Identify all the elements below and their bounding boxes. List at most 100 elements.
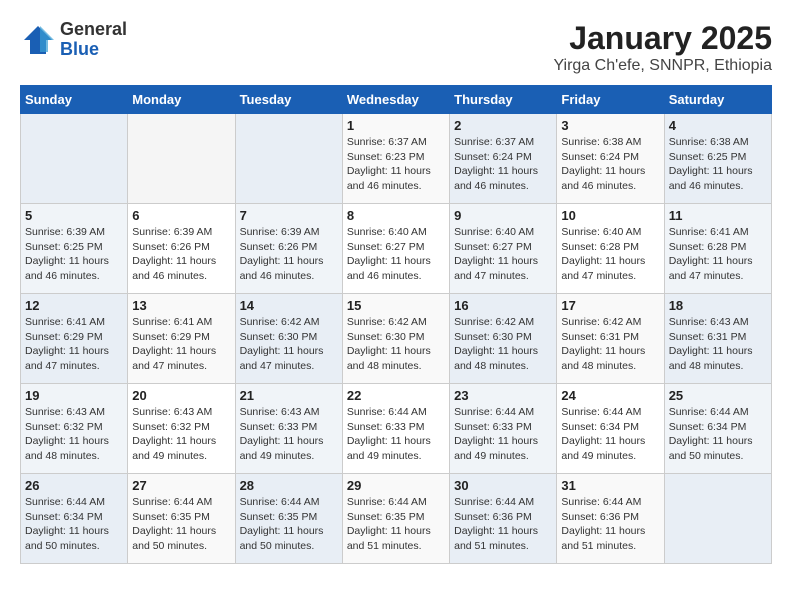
day-number: 3 <box>561 118 659 133</box>
calendar-cell: 13 Sunrise: 6:41 AM Sunset: 6:29 PM Dayli… <box>128 294 235 384</box>
day-info: Sunrise: 6:42 AM Sunset: 6:30 PM Dayligh… <box>240 315 338 374</box>
day-number: 30 <box>454 478 552 493</box>
calendar-header-row: SundayMondayTuesdayWednesdayThursdayFrid… <box>21 86 772 114</box>
day-info: Sunrise: 6:38 AM Sunset: 6:25 PM Dayligh… <box>669 135 767 194</box>
title-block: January 2025 Yirga Ch'efe, SNNPR, Ethiop… <box>553 20 772 75</box>
day-number: 5 <box>25 208 123 223</box>
calendar-cell: 15 Sunrise: 6:42 AM Sunset: 6:30 PM Dayli… <box>342 294 449 384</box>
day-info: Sunrise: 6:42 AM Sunset: 6:30 PM Dayligh… <box>347 315 445 374</box>
day-number: 10 <box>561 208 659 223</box>
day-info: Sunrise: 6:38 AM Sunset: 6:24 PM Dayligh… <box>561 135 659 194</box>
column-header-thursday: Thursday <box>450 86 557 114</box>
day-number: 22 <box>347 388 445 403</box>
day-number: 4 <box>669 118 767 133</box>
day-info: Sunrise: 6:44 AM Sunset: 6:33 PM Dayligh… <box>347 405 445 464</box>
day-number: 8 <box>347 208 445 223</box>
column-header-sunday: Sunday <box>21 86 128 114</box>
day-info: Sunrise: 6:40 AM Sunset: 6:28 PM Dayligh… <box>561 225 659 284</box>
page-title: January 2025 <box>553 20 772 57</box>
column-header-monday: Monday <box>128 86 235 114</box>
day-info: Sunrise: 6:40 AM Sunset: 6:27 PM Dayligh… <box>454 225 552 284</box>
calendar-cell <box>128 114 235 204</box>
calendar-week-row: 1 Sunrise: 6:37 AM Sunset: 6:23 PM Daylig… <box>21 114 772 204</box>
column-header-friday: Friday <box>557 86 664 114</box>
column-header-wednesday: Wednesday <box>342 86 449 114</box>
day-info: Sunrise: 6:44 AM Sunset: 6:34 PM Dayligh… <box>669 405 767 464</box>
calendar-cell <box>21 114 128 204</box>
day-info: Sunrise: 6:44 AM Sunset: 6:34 PM Dayligh… <box>25 495 123 554</box>
day-number: 2 <box>454 118 552 133</box>
calendar-week-row: 12 Sunrise: 6:41 AM Sunset: 6:29 PM Dayli… <box>21 294 772 384</box>
logo-icon <box>20 22 56 58</box>
calendar-cell: 28Sunrise: 6:44 AM Sunset: 6:35 PM Dayli… <box>235 474 342 564</box>
day-number: 14 <box>240 298 338 313</box>
day-number: 29 <box>347 478 445 493</box>
calendar-cell: 20Sunrise: 6:43 AM Sunset: 6:32 PM Dayli… <box>128 384 235 474</box>
day-number: 13 <box>132 298 230 313</box>
calendar-cell: 14 Sunrise: 6:42 AM Sunset: 6:30 PM Dayli… <box>235 294 342 384</box>
calendar-cell: 22 Sunrise: 6:44 AM Sunset: 6:33 PM Dayli… <box>342 384 449 474</box>
day-info: Sunrise: 6:41 AM Sunset: 6:28 PM Dayligh… <box>669 225 767 284</box>
day-number: 19 <box>25 388 123 403</box>
calendar-cell: 1 Sunrise: 6:37 AM Sunset: 6:23 PM Daylig… <box>342 114 449 204</box>
day-info: Sunrise: 6:40 AM Sunset: 6:27 PM Dayligh… <box>347 225 445 284</box>
day-number: 12 <box>25 298 123 313</box>
day-number: 23 <box>454 388 552 403</box>
column-header-saturday: Saturday <box>664 86 771 114</box>
day-number: 1 <box>347 118 445 133</box>
day-number: 17 <box>561 298 659 313</box>
day-number: 28 <box>240 478 338 493</box>
calendar-cell: 19Sunrise: 6:43 AM Sunset: 6:32 PM Dayli… <box>21 384 128 474</box>
day-info: Sunrise: 6:37 AM Sunset: 6:24 PM Dayligh… <box>454 135 552 194</box>
calendar-cell: 8 Sunrise: 6:40 AM Sunset: 6:27 PM Daylig… <box>342 204 449 294</box>
calendar-cell: 26 Sunrise: 6:44 AM Sunset: 6:34 PM Dayli… <box>21 474 128 564</box>
day-number: 15 <box>347 298 445 313</box>
day-number: 16 <box>454 298 552 313</box>
calendar-week-row: 5 Sunrise: 6:39 AM Sunset: 6:25 PM Daylig… <box>21 204 772 294</box>
calendar-cell: 24Sunrise: 6:44 AM Sunset: 6:34 PM Dayli… <box>557 384 664 474</box>
day-number: 6 <box>132 208 230 223</box>
calendar-cell: 17Sunrise: 6:42 AM Sunset: 6:31 PM Dayli… <box>557 294 664 384</box>
page-subtitle: Yirga Ch'efe, SNNPR, Ethiopia <box>553 57 772 75</box>
calendar-cell: 16 Sunrise: 6:42 AM Sunset: 6:30 PM Dayli… <box>450 294 557 384</box>
day-info: Sunrise: 6:39 AM Sunset: 6:25 PM Dayligh… <box>25 225 123 284</box>
day-number: 25 <box>669 388 767 403</box>
day-number: 26 <box>25 478 123 493</box>
day-info: Sunrise: 6:43 AM Sunset: 6:31 PM Dayligh… <box>669 315 767 374</box>
logo-blue: Blue <box>60 40 127 60</box>
logo: General Blue <box>20 20 127 60</box>
calendar-cell: 18 Sunrise: 6:43 AM Sunset: 6:31 PM Dayli… <box>664 294 771 384</box>
calendar-cell: 9Sunrise: 6:40 AM Sunset: 6:27 PM Daylig… <box>450 204 557 294</box>
calendar-cell: 25 Sunrise: 6:44 AM Sunset: 6:34 PM Dayli… <box>664 384 771 474</box>
page-header: General Blue January 2025 Yirga Ch'efe, … <box>20 20 772 75</box>
calendar-cell <box>664 474 771 564</box>
calendar-cell: 31Sunrise: 6:44 AM Sunset: 6:36 PM Dayli… <box>557 474 664 564</box>
calendar-cell: 12 Sunrise: 6:41 AM Sunset: 6:29 PM Dayli… <box>21 294 128 384</box>
day-info: Sunrise: 6:41 AM Sunset: 6:29 PM Dayligh… <box>25 315 123 374</box>
day-info: Sunrise: 6:39 AM Sunset: 6:26 PM Dayligh… <box>240 225 338 284</box>
calendar-cell: 29 Sunrise: 6:44 AM Sunset: 6:35 PM Dayli… <box>342 474 449 564</box>
calendar-cell: 4 Sunrise: 6:38 AM Sunset: 6:25 PM Daylig… <box>664 114 771 204</box>
day-info: Sunrise: 6:44 AM Sunset: 6:33 PM Dayligh… <box>454 405 552 464</box>
column-header-tuesday: Tuesday <box>235 86 342 114</box>
calendar-cell: 23 Sunrise: 6:44 AM Sunset: 6:33 PM Dayli… <box>450 384 557 474</box>
day-info: Sunrise: 6:37 AM Sunset: 6:23 PM Dayligh… <box>347 135 445 194</box>
day-info: Sunrise: 6:44 AM Sunset: 6:35 PM Dayligh… <box>132 495 230 554</box>
day-info: Sunrise: 6:43 AM Sunset: 6:32 PM Dayligh… <box>132 405 230 464</box>
calendar-cell: 5 Sunrise: 6:39 AM Sunset: 6:25 PM Daylig… <box>21 204 128 294</box>
day-number: 18 <box>669 298 767 313</box>
day-number: 31 <box>561 478 659 493</box>
day-info: Sunrise: 6:41 AM Sunset: 6:29 PM Dayligh… <box>132 315 230 374</box>
logo-general: General <box>60 20 127 40</box>
calendar-cell: 2 Sunrise: 6:37 AM Sunset: 6:24 PM Daylig… <box>450 114 557 204</box>
calendar-week-row: 19 Sunrise: 6:43 AM Sunset: 6:32 PM Dayli… <box>21 384 772 474</box>
calendar-cell: 10 Sunrise: 6:40 AM Sunset: 6:28 PM Dayli… <box>557 204 664 294</box>
calendar-cell: 21Sunrise: 6:43 AM Sunset: 6:33 PM Dayli… <box>235 384 342 474</box>
day-info: Sunrise: 6:42 AM Sunset: 6:30 PM Dayligh… <box>454 315 552 374</box>
calendar-table: SundayMondayTuesdayWednesdayThursdayFrid… <box>20 85 772 564</box>
calendar-cell: 27Sunrise: 6:44 AM Sunset: 6:35 PM Dayli… <box>128 474 235 564</box>
day-number: 24 <box>561 388 659 403</box>
day-number: 7 <box>240 208 338 223</box>
day-info: Sunrise: 6:43 AM Sunset: 6:33 PM Dayligh… <box>240 405 338 464</box>
day-info: Sunrise: 6:44 AM Sunset: 6:35 PM Dayligh… <box>347 495 445 554</box>
